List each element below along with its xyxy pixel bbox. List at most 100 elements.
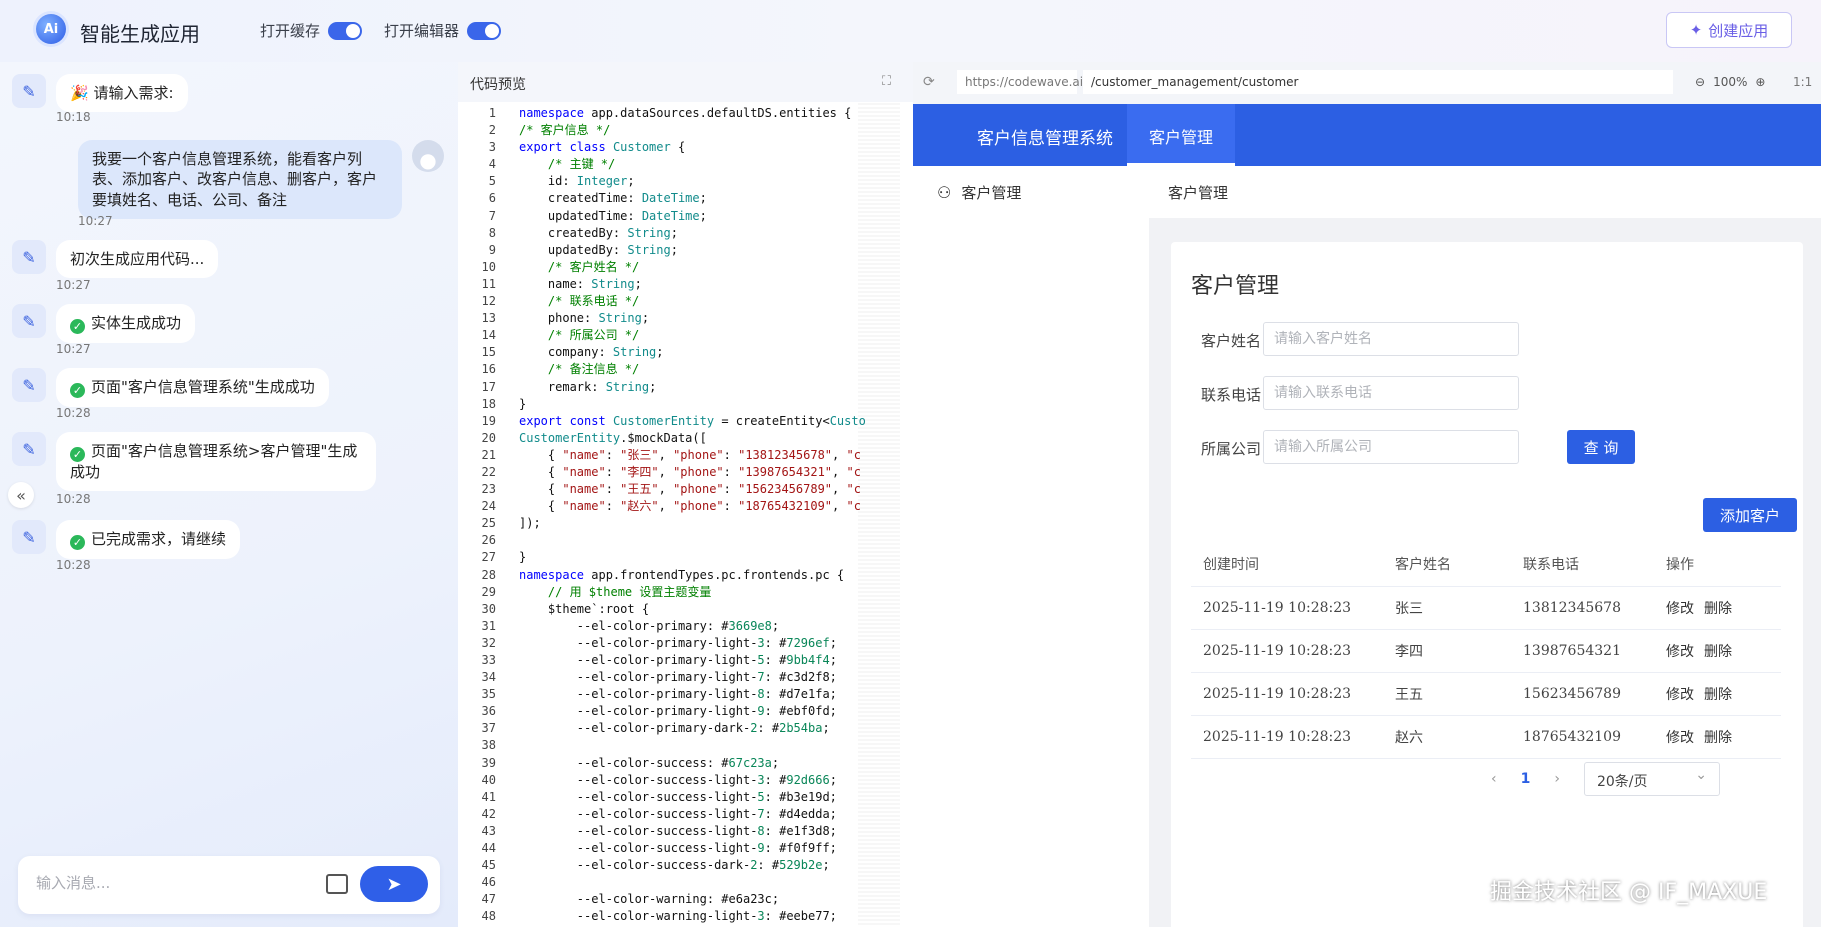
delete-link[interactable]: 删除 [1704,730,1732,746]
code-editor[interactable]: 1 2 3 4 5 6 7 8 9 10 11 12 13 14 15 16 1… [458,103,913,927]
phone-label: 联系电话 [1201,386,1262,404]
cell-created: 2025-11-19 10:28:23 [1191,629,1383,673]
zoom-out-icon[interactable]: ⊖ [1695,75,1705,89]
message-input[interactable] [36,874,306,892]
cell-phone: 15623456789 [1511,672,1654,716]
column-header: 操作 [1654,542,1781,587]
cell-created: 2025-11-19 10:28:23 [1191,715,1383,759]
company-label: 所属公司 [1201,440,1262,458]
zoom-in-icon[interactable]: ⊕ [1755,75,1765,89]
cell-phone: 13987654321 [1511,629,1654,673]
chat-panel: ✎ 🎉 请输入需求: 10:18 我要一个客户信息管理系统，能看客户列表、添加客… [0,62,458,927]
message-bubble: ✓ 页面"客户信息管理系统"生成成功 [56,368,329,407]
message-time: 10:27 [78,214,113,228]
table-header-row: 创建时间 客户姓名 联系电话 操作 [1191,542,1781,587]
chat-message: ✎ ✓ 页面"客户信息管理系统>客户管理"生成成功 [12,432,376,492]
check-circle-icon: ✓ [70,319,85,334]
message-bubble: ✓ 页面"客户信息管理系统>客户管理"生成成功 [56,432,376,492]
party-icon: 🎉 [70,84,94,102]
editor-toggle[interactable]: 打开编辑器 [384,20,502,41]
zoom-level: 100% [1713,75,1748,89]
bot-avatar-icon: ✎ [12,240,46,274]
query-button[interactable]: 查 询 [1567,430,1635,464]
check-circle-icon: ✓ [70,535,85,550]
cache-switch[interactable] [328,21,363,40]
user-message-bubble: 我要一个客户信息管理系统，能看客户列表、添加客户、改客户信息、删客户，客户要填姓… [78,140,402,219]
current-page[interactable]: 1 [1521,771,1531,787]
delete-link[interactable]: 删除 [1704,644,1732,660]
edit-link[interactable]: 修改 [1666,687,1694,703]
line-numbers: 1 2 3 4 5 6 7 8 9 10 11 12 13 14 15 16 1… [481,106,496,924]
page-title: 客户管理 [1191,274,1280,299]
send-button[interactable]: ➤ [360,866,428,902]
edit-link[interactable]: 修改 [1666,601,1694,617]
url-path-field[interactable]: /customer_management/customer [1083,70,1673,94]
message-bubble: ✓ 已完成需求，请继续 [56,520,241,559]
delete-link[interactable]: 删除 [1704,687,1732,703]
refresh-icon[interactable]: ⟳ [923,74,935,90]
cell-created: 2025-11-19 10:28:23 [1191,586,1383,630]
table-row: 2025-11-19 10:28:23 赵六 18765432109 修改 删除 [1191,715,1781,759]
add-customer-button[interactable]: 添加客户 [1703,498,1797,532]
fullscreen-icon[interactable]: ⛶ [882,74,891,89]
bot-avatar-icon: ✎ [12,304,46,338]
message-time: 10:28 [56,406,91,420]
sparkle-icon: ✦ [1689,21,1703,39]
cache-toggle-label: 打开缓存 [260,22,321,40]
chat-message: ✎ ✓ 已完成需求，请继续 [12,520,241,559]
message-time: 10:18 [56,110,91,124]
user-icon: ⚇ [937,183,952,202]
code-text[interactable]: namespace app.dataSources.defaultDS.enti… [519,105,913,926]
cell-created: 2025-11-19 10:28:23 [1191,672,1383,716]
create-app-label: 创建应用 [1708,21,1769,40]
chat-message: ✎ ✓ 页面"客户信息管理系统"生成成功 [12,368,329,407]
code-preview-title: 代码预览 [470,77,526,93]
app-logo-icon: Ai [36,14,66,44]
table-row: 2025-11-19 10:28:23 张三 13812345678 修改 删除 [1191,586,1781,630]
nav-tab-customer[interactable]: 客户管理 [1127,104,1236,166]
edit-link[interactable]: 修改 [1666,730,1694,746]
name-input[interactable] [1263,322,1519,356]
cell-phone: 13812345678 [1511,586,1654,630]
customer-card: 客户管理 客户姓名 联系电话 所属公司 查 询 添加客户 创建时间 客户姓名 联… [1171,242,1803,927]
chat-message: ✎ 🎉 请输入需求: [12,74,188,113]
create-app-button[interactable]: ✦ 创建应用 [1666,12,1792,48]
bot-avatar-icon: ✎ [12,74,46,108]
prev-page-icon[interactable]: ‹ [1491,771,1497,787]
delete-link[interactable]: 删除 [1704,601,1732,617]
editor-switch[interactable] [467,21,502,40]
code-preview-header: 代码预览 ⛶ [458,62,913,102]
message-bubble: 初次生成应用代码... [56,240,219,279]
cache-toggle[interactable]: 打开缓存 [260,20,363,41]
image-upload-icon[interactable] [326,874,348,894]
collapse-panel-button[interactable]: « [8,482,34,508]
column-header: 联系电话 [1511,542,1654,587]
user-avatar: ● [412,140,444,172]
customer-table: 创建时间 客户姓名 联系电话 操作 2025-11-19 10:28:23 张三… [1191,542,1781,759]
cell-name: 李四 [1383,629,1511,673]
send-icon: ➤ [386,873,402,895]
next-page-icon[interactable]: › [1554,771,1560,787]
side-menu-item-customer[interactable]: ⚇ 客户管理 [937,182,1021,203]
phone-input[interactable] [1263,376,1519,410]
page-size-select[interactable]: 20条/页 [1583,762,1720,796]
check-circle-icon: ✓ [70,447,85,462]
nav-system-title[interactable]: 客户信息管理系统 [977,124,1113,149]
cell-name: 王五 [1383,672,1511,716]
company-input[interactable] [1263,430,1519,464]
bot-avatar-icon: ✎ [12,520,46,554]
watermark: 掘金技术社区 @ IF_MAXUE [1490,880,1768,905]
code-minimap[interactable] [858,103,900,927]
chat-input-box: ➤ [18,856,440,914]
name-label: 客户姓名 [1201,332,1262,350]
chat-message: ✎ ✓ 实体生成成功 [12,304,196,343]
message-time: 10:27 [56,278,91,292]
message-bubble: ✓ 实体生成成功 [56,304,196,343]
breadcrumb: 客户管理 [1168,184,1229,202]
edit-link[interactable]: 修改 [1666,644,1694,660]
side-menu-label: 客户管理 [961,184,1022,202]
aspect-ratio[interactable]: 1:1 [1793,75,1812,89]
user-avatar-icon: ● [419,148,437,172]
app-preview-panel: ⟳ https://codewave.ai /customer_manageme… [913,62,1821,927]
message-time: 10:27 [56,342,91,356]
